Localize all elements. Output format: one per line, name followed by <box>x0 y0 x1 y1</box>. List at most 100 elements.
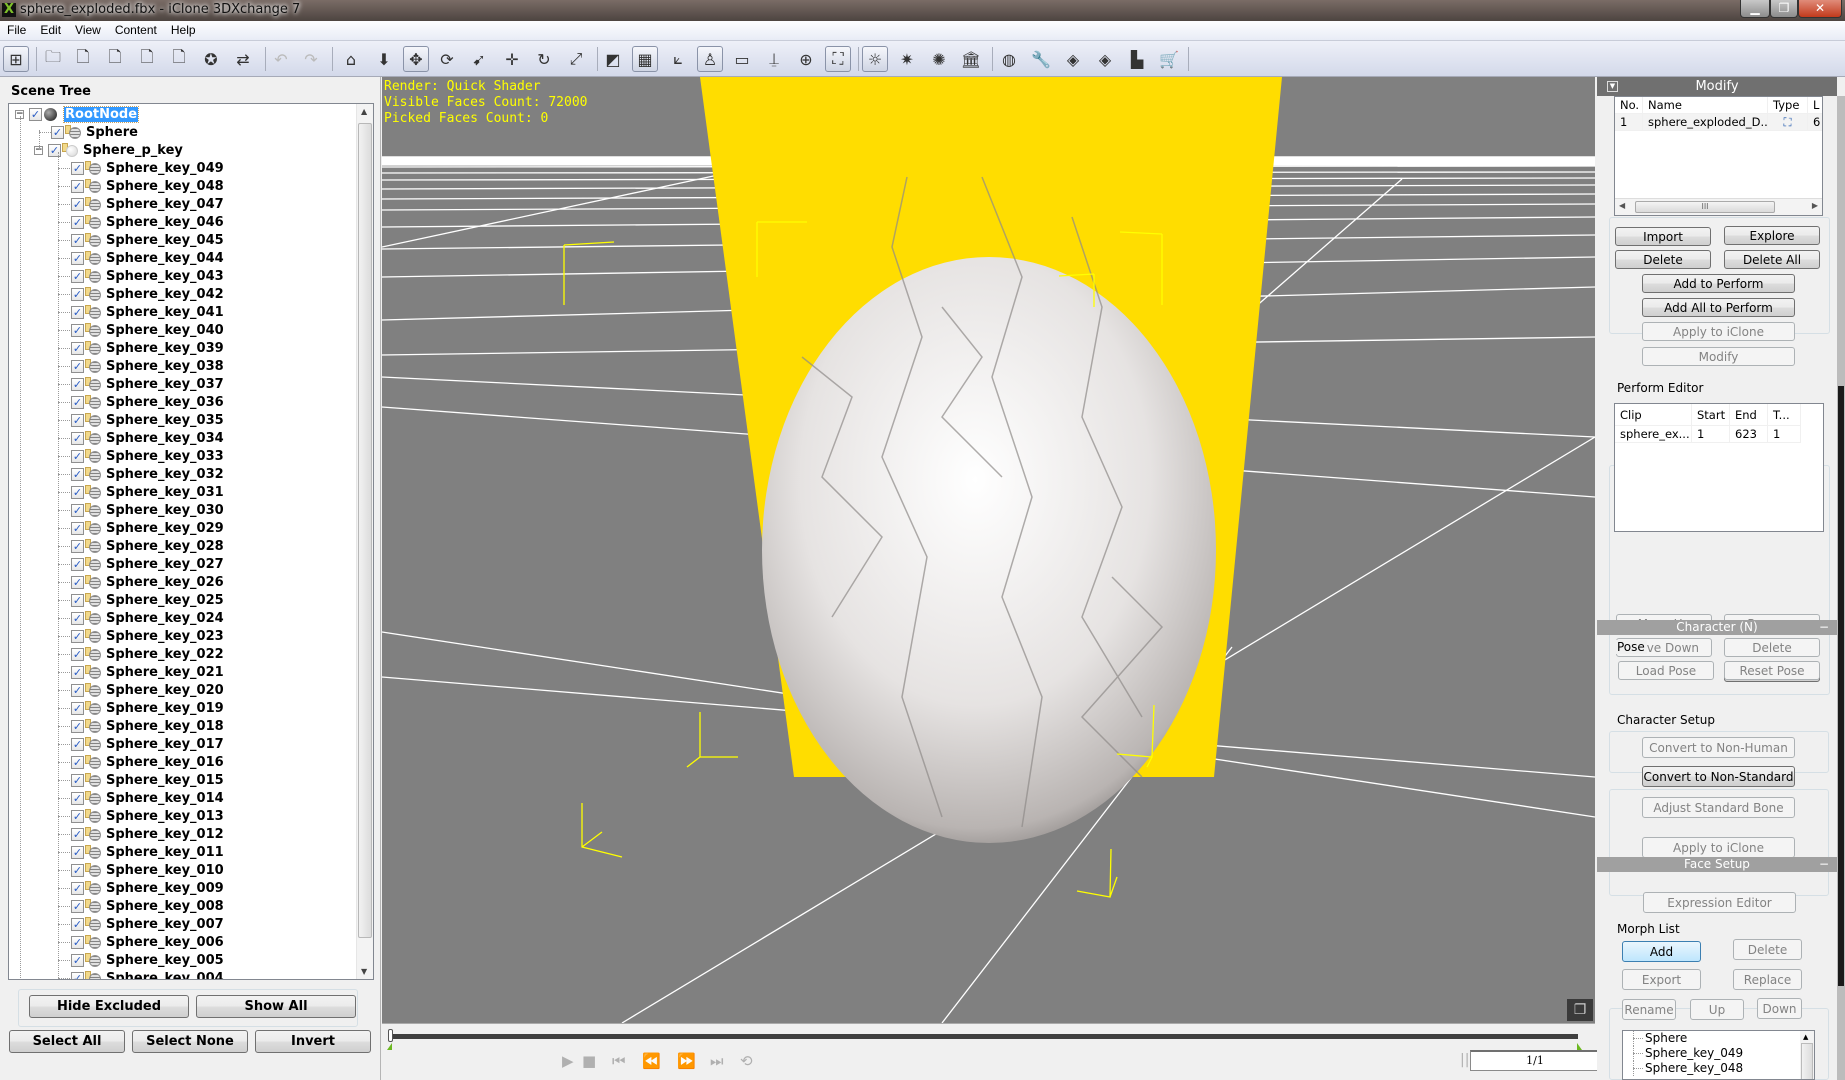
character-section-header[interactable]: Character (N) − <box>1597 620 1837 635</box>
rotate-button[interactable]: ↻ <box>531 46 557 72</box>
visibility-checkbox[interactable]: ✓ <box>71 431 84 445</box>
visibility-checkbox[interactable]: ✓ <box>71 701 84 715</box>
visibility-checkbox[interactable]: ✓ <box>71 881 84 895</box>
tree-node-key[interactable]: ✓ Sphere_key_024 <box>71 609 224 627</box>
tree-node-key[interactable]: ✓ Sphere_key_034 <box>71 429 224 447</box>
visibility-checkbox[interactable]: ✓ <box>71 773 84 787</box>
motion-table[interactable]: No. Name Type L 1 sphere_exploded_D... ⛶… <box>1614 96 1823 216</box>
visibility-checkbox[interactable]: ✓ <box>71 413 84 427</box>
delete-clip-button[interactable]: Delete <box>1724 638 1820 657</box>
tree-node-key[interactable]: ✓ Sphere_key_035 <box>71 411 224 429</box>
col-no[interactable]: No. <box>1615 97 1643 113</box>
panel-collapse-icon[interactable]: ▼ <box>1607 81 1618 92</box>
perform-table[interactable]: Clip Start End T... sphere_ex... 1 623 1 <box>1614 403 1824 532</box>
morph-list[interactable]: Sphere Sphere_key_049 Sphere_key_048 ▲ <box>1622 1030 1815 1080</box>
visibility-checkbox[interactable]: ✓ <box>71 935 84 949</box>
scroll-thumb[interactable] <box>358 123 372 938</box>
convert-media-button[interactable]: ✪ <box>198 46 224 72</box>
visibility-checkbox[interactable]: ✓ <box>71 827 84 841</box>
render-sphere-button[interactable]: ◍ <box>996 46 1022 72</box>
modify-button[interactable]: Modify <box>1642 347 1795 366</box>
visibility-checkbox[interactable]: ✓ <box>71 953 84 967</box>
visibility-checkbox[interactable]: ✓ <box>71 449 84 463</box>
tree-node-key[interactable]: ✓ Sphere_key_038 <box>71 357 224 375</box>
frame-counter-field[interactable]: 1/1 <box>1470 1050 1600 1071</box>
visibility-checkbox[interactable]: ✓ <box>71 575 84 589</box>
visibility-checkbox[interactable]: ✓ <box>71 917 84 931</box>
add-to-perform-button[interactable]: Add to Perform <box>1642 274 1795 293</box>
tree-node-key[interactable]: ✓ Sphere_key_012 <box>71 825 224 843</box>
expression-editor-button[interactable]: Expression Editor <box>1643 892 1796 913</box>
stop-button[interactable]: ■ <box>582 1052 596 1070</box>
add-morph-button[interactable]: Add <box>1622 941 1701 962</box>
ground-point-button[interactable]: ⍊ <box>761 46 787 72</box>
morph-list-item[interactable]: Sphere_key_049 <box>1623 1046 1743 1061</box>
visibility-checkbox[interactable]: ✓ <box>71 395 84 409</box>
tree-node-key[interactable]: ✓ Sphere_key_047 <box>71 195 224 213</box>
tree-node-sphere-p-key[interactable]: − ✓ Sphere_p_key <box>34 141 183 159</box>
morph-down-button[interactable]: Down <box>1757 998 1802 1019</box>
open-button[interactable]: 🗀 <box>40 46 66 72</box>
tree-node-key[interactable]: ✓ Sphere_key_010 <box>71 861 224 879</box>
visibility-checkbox[interactable]: ✓ <box>71 629 84 643</box>
visibility-checkbox[interactable]: ✓ <box>71 611 84 625</box>
frame-selected-button[interactable]: ⛶ <box>825 46 851 72</box>
close-button[interactable]: ✕ <box>1798 0 1842 18</box>
scroll-up-icon[interactable]: ▲ <box>361 107 367 116</box>
visibility-checkbox[interactable]: ✓ <box>71 503 84 517</box>
apply-to-iclone-button[interactable]: Apply to iClone <box>1642 322 1795 341</box>
wrench-button[interactable]: 🔧 <box>1028 46 1054 72</box>
col-t[interactable]: T... <box>1768 404 1801 425</box>
timeline-playhead[interactable] <box>388 1029 393 1042</box>
tree-node-key[interactable]: ✓ Sphere_key_023 <box>71 627 224 645</box>
character-apply-to-iclone-button[interactable]: Apply to iClone <box>1642 837 1795 858</box>
tree-node-key[interactable]: ✓ Sphere_key_032 <box>71 465 224 483</box>
invert-button[interactable]: Invert <box>255 1030 371 1053</box>
tree-node-key[interactable]: ✓ Sphere_key_042 <box>71 285 224 303</box>
scroll-left-icon[interactable]: ◀ <box>1619 201 1625 210</box>
morph-up-button[interactable]: Up <box>1690 999 1744 1020</box>
tree-node-key[interactable]: ✓ Sphere_key_045 <box>71 231 224 249</box>
tree-node-key[interactable]: ✓ Sphere_key_030 <box>71 501 224 519</box>
show-all-button[interactable]: Show All <box>196 995 356 1018</box>
visibility-checkbox[interactable]: ✓ <box>48 143 61 157</box>
tree-node-key[interactable]: ✓ Sphere_key_007 <box>71 915 224 933</box>
visibility-checkbox[interactable]: ✓ <box>71 899 84 913</box>
tree-node-key[interactable]: ✓ Sphere_key_025 <box>71 591 224 609</box>
undo-button[interactable]: ↶ <box>268 46 294 72</box>
panel-scroll-thumb[interactable] <box>1838 386 1844 986</box>
tree-node-key[interactable]: ✓ Sphere_key_039 <box>71 339 224 357</box>
scene-tree[interactable]: − ✓ RootNode ✓ Sphere − ✓ Sphere_p_key ✓ Sphere_k… <box>8 103 374 980</box>
visibility-checkbox[interactable]: ✓ <box>71 539 84 553</box>
morph-info-button[interactable]: ◈ <box>1060 46 1086 72</box>
h-scroll-thumb[interactable]: III <box>1635 201 1775 213</box>
morph-list-item[interactable]: Sphere_key_048 <box>1623 1061 1743 1076</box>
visibility-checkbox[interactable]: ✓ <box>71 287 84 301</box>
globe-button[interactable]: ⊕ <box>793 46 819 72</box>
viewport-layout-button[interactable]: ❐ <box>1567 999 1593 1021</box>
visibility-checkbox[interactable]: ✓ <box>29 107 42 121</box>
visibility-checkbox[interactable]: ✓ <box>71 485 84 499</box>
select-none-button[interactable]: Select None <box>132 1030 248 1053</box>
next-key-button[interactable]: ⏭ <box>710 1052 724 1070</box>
box-button[interactable]: ▭ <box>729 46 755 72</box>
visibility-checkbox[interactable]: ✓ <box>71 863 84 877</box>
character-view-button[interactable]: ♙ <box>697 46 723 72</box>
tree-node-key[interactable]: ✓ Sphere_key_048 <box>71 177 224 195</box>
tree-node-key[interactable]: ✓ Sphere_key_018 <box>71 717 224 735</box>
import-bvh-button[interactable]: 🗋 <box>134 46 160 72</box>
panel-scrollbar[interactable] <box>1837 96 1845 1080</box>
start-marker-icon[interactable] <box>387 1043 392 1050</box>
morph-scroll-thumb[interactable] <box>1801 1043 1813 1079</box>
visibility-checkbox[interactable]: ✓ <box>71 683 84 697</box>
tree-node-key[interactable]: ✓ Sphere_key_027 <box>71 555 224 573</box>
visibility-checkbox[interactable]: ✓ <box>71 737 84 751</box>
tree-node-key[interactable]: ✓ Sphere_key_029 <box>71 519 224 537</box>
visibility-checkbox[interactable]: ✓ <box>71 791 84 805</box>
collapse-icon[interactable]: − <box>1819 857 1829 872</box>
col-end[interactable]: End <box>1730 404 1768 425</box>
face-setup-section-header[interactable]: Face Setup − <box>1597 857 1837 872</box>
tree-node-key[interactable]: ✓ Sphere_key_036 <box>71 393 224 411</box>
col-clip[interactable]: Clip <box>1615 404 1692 425</box>
col-type[interactable]: Type <box>1768 97 1808 113</box>
